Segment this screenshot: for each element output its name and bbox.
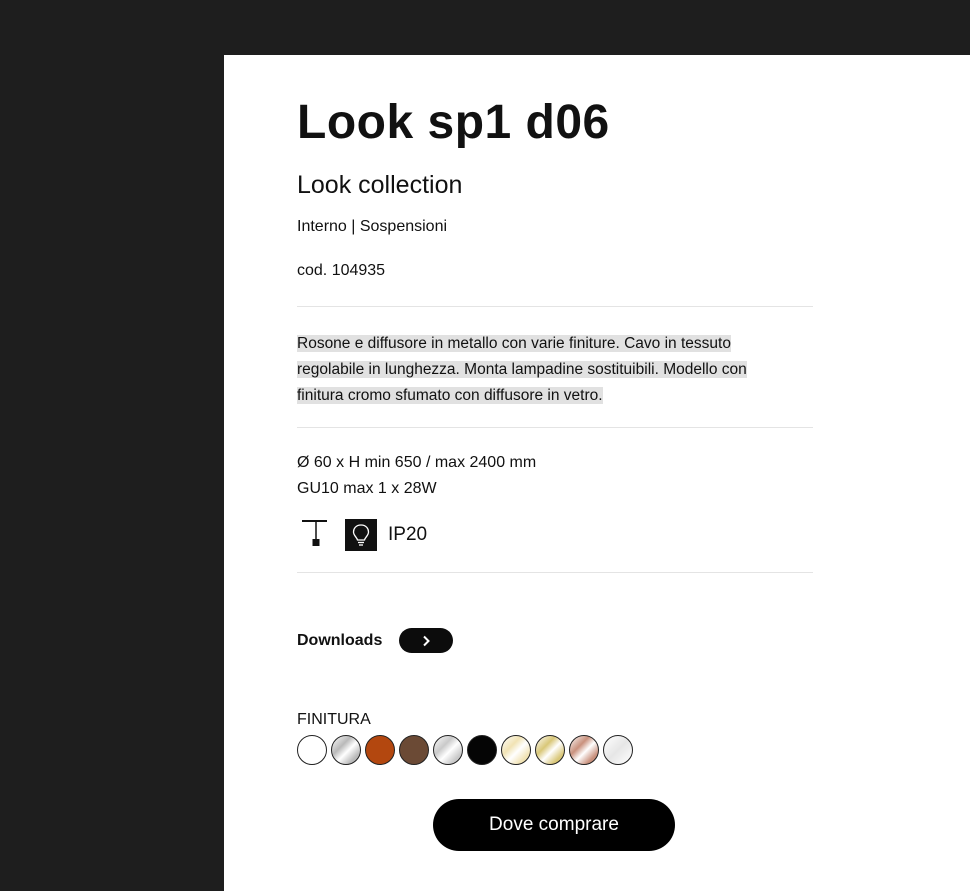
feature-icons: IP20 bbox=[297, 518, 427, 552]
finish-swatch-copper-orange[interactable] bbox=[365, 735, 395, 765]
product-code: cod. 104935 bbox=[297, 262, 386, 279]
pendant-mount-icon bbox=[297, 518, 331, 552]
finish-swatch-silver[interactable] bbox=[433, 735, 463, 765]
finish-swatch-rose-gold[interactable] bbox=[569, 735, 599, 765]
finish-swatch-white[interactable] bbox=[297, 735, 327, 765]
finish-label: FINITURA bbox=[297, 711, 371, 728]
where-to-buy-button[interactable]: Dove comprare bbox=[433, 799, 675, 851]
downloads-button[interactable] bbox=[399, 628, 454, 653]
finish-swatches bbox=[297, 735, 633, 765]
finish-swatch-black[interactable] bbox=[467, 735, 497, 765]
finish-swatch-clear[interactable] bbox=[603, 735, 633, 765]
product-panel: Look sp1 d06 Look collection Interno | S… bbox=[224, 55, 970, 891]
finish-swatch-chrome[interactable] bbox=[331, 735, 361, 765]
ip-rating: IP20 bbox=[388, 524, 428, 545]
downloads-row: Downloads bbox=[297, 628, 454, 653]
chevron-right-icon bbox=[423, 635, 431, 646]
lamp-spec: GU10 max 1 x 28W bbox=[297, 480, 437, 497]
downloads-label: Downloads bbox=[297, 631, 383, 649]
product-title: Look sp1 d06 bbox=[297, 96, 610, 149]
divider bbox=[297, 427, 813, 428]
description-line: finitura cromo sfumato con diffusore in … bbox=[297, 387, 603, 404]
product-description: Rosone e diffusore in metallo con varie … bbox=[297, 331, 813, 409]
finish-swatch-champagne[interactable] bbox=[501, 735, 531, 765]
finish-swatch-bronze[interactable] bbox=[399, 735, 429, 765]
collection-name: Look collection bbox=[297, 171, 463, 199]
description-line: regolabile in lunghezza. Monta lampadine… bbox=[297, 361, 747, 378]
product-category: Interno | Sospensioni bbox=[297, 218, 448, 235]
divider bbox=[297, 306, 813, 307]
description-line: Rosone e diffusore in metallo con varie … bbox=[297, 335, 731, 352]
divider bbox=[297, 572, 813, 573]
finish-swatch-gold[interactable] bbox=[535, 735, 565, 765]
replaceable-bulb-icon bbox=[345, 519, 377, 551]
dimensions-spec: Ø 60 x H min 650 / max 2400 mm bbox=[297, 454, 537, 471]
